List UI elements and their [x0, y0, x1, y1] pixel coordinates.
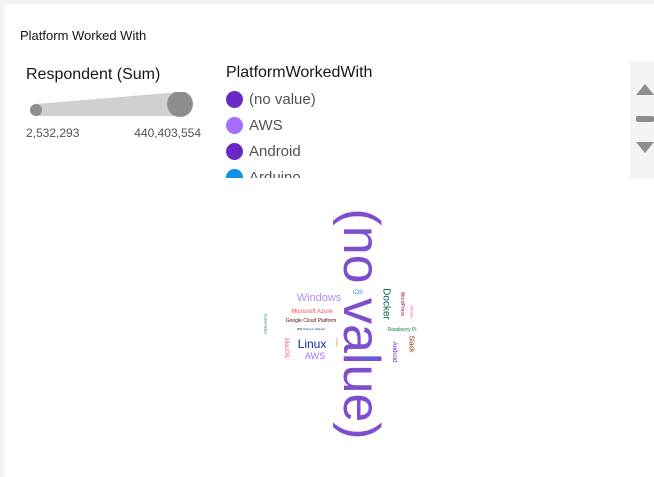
cloud-word: Android: [391, 342, 397, 363]
cloud-word: IBM Cloud or Watson: [297, 327, 326, 331]
cloud-word: Slack: [408, 335, 415, 353]
cloud-word: Heroku: [410, 306, 415, 319]
chart-card: Platform Worked With Respondent (Sum) 2,…: [4, 4, 654, 477]
cloud-word: AWS: [305, 351, 325, 361]
cloud-word: (no value): [332, 208, 390, 439]
cloud-word: iOS: [353, 290, 363, 296]
cloud-word: Microsoft Azure: [291, 309, 333, 315]
cloud-word: WordPress: [399, 292, 405, 317]
cloud-word: Linux: [298, 337, 327, 351]
cloud-word: Kubernetes: [264, 314, 269, 334]
cloud-word: MacOS: [283, 338, 289, 358]
cloud-word: Drupal: [335, 338, 339, 347]
cloud-word: Windows: [297, 292, 342, 304]
cloud-word: Google Cloud Platform: [286, 318, 337, 324]
cloud-word: Arduino: [363, 356, 378, 361]
cloud-word: Docker: [381, 288, 392, 320]
word-cloud: (no value)Windows iOS Docker WordPress Herok…: [264, 208, 417, 439]
cloud-word: Raspberry Pi: [388, 327, 417, 333]
